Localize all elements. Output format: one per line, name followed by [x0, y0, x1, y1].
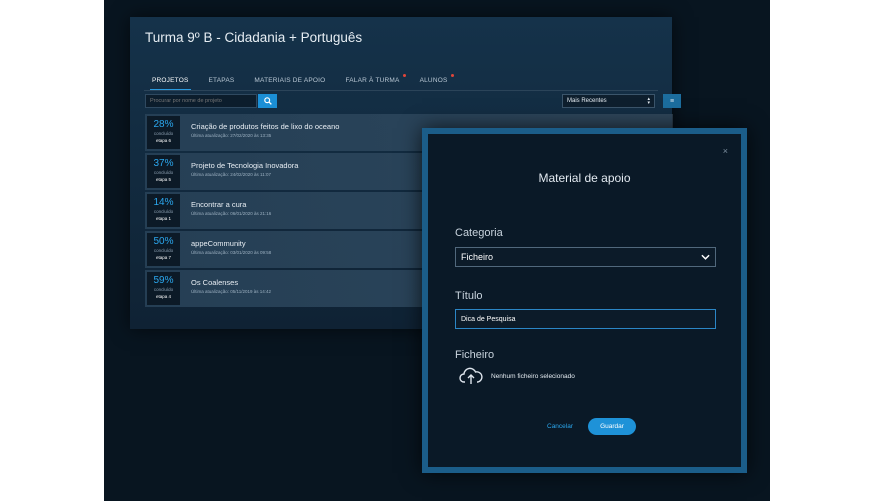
file-label: Ficheiro [455, 349, 495, 361]
progress-percent: 37% [153, 158, 174, 169]
progress-percent: 59% [153, 275, 174, 286]
tab-etapas[interactable]: ETAPAS [199, 77, 245, 90]
progress-status: concluído [153, 131, 174, 136]
close-icon[interactable]: × [723, 146, 728, 156]
tab-label: MATERIAIS DE APOIO [254, 77, 326, 84]
tabs-divider [144, 90, 658, 91]
search-input[interactable] [145, 94, 257, 108]
title-input[interactable]: Dica de Pesquisa [455, 309, 716, 329]
project-name: Encontrar a cura [191, 200, 247, 209]
tab-label: ALUNOS [419, 77, 448, 84]
sort-selected-value: Mais Recentes [567, 98, 607, 104]
project-last-update: Última atualização: 06/01/2020 às 21:16 [191, 211, 272, 216]
title-input-value: Dica de Pesquisa [461, 315, 516, 323]
modal-title: Material de apoio [538, 171, 631, 185]
search-icon [263, 97, 272, 105]
progress-percent: 14% [153, 197, 174, 208]
tab-label: FALAR À TURMA [345, 77, 400, 84]
project-stage: etapa 6 [155, 138, 171, 143]
cancel-button[interactable]: Cancelar [547, 423, 573, 430]
project-stage: etapa 7 [155, 255, 171, 260]
project-stage: etapa 4 [155, 294, 171, 299]
progress-box: 14% concluído etapa 1 [147, 194, 180, 227]
project-last-update: Última atualização: 27/02/2020 às 13:35 [191, 133, 272, 138]
tab-bar: PROJETOS ETAPAS MATERIAIS DE APOIO FALAR… [142, 74, 458, 90]
project-name: Os Coalenses [191, 278, 239, 287]
notification-dot [450, 74, 454, 77]
tab-falar-a-turma[interactable]: FALAR À TURMA [335, 74, 409, 90]
progress-box: 37% concluído etapa 5 [147, 155, 180, 188]
chevron-updown-icon: ▴ ▾ [647, 96, 650, 106]
project-last-update: Última atualização: 05/11/2019 às 14:42 [191, 289, 271, 294]
sort-select[interactable]: Mais Recentes ▴ ▾ [562, 94, 655, 108]
tab-label: ETAPAS [208, 77, 235, 84]
cloud-upload-icon [459, 367, 483, 384]
category-selected-value: Ficheiro [461, 252, 494, 262]
list-view-button[interactable]: ≡ [663, 94, 681, 108]
progress-status: concluído [153, 209, 174, 214]
project-name: Criação de produtos feitos de lixo do oc… [191, 122, 340, 131]
tab-label: PROJETOS [152, 77, 189, 84]
progress-status: concluído [153, 287, 174, 292]
support-material-modal: × Material de apoio Categoria Ficheiro T… [422, 128, 747, 473]
progress-box: 50% concluído etapa 7 [147, 233, 180, 266]
progress-percent: 28% [153, 119, 174, 130]
category-label: Categoria [455, 227, 503, 239]
progress-box: 28% concluído etapa 6 [147, 116, 180, 149]
tab-projetos[interactable]: PROJETOS [142, 77, 199, 90]
search-button[interactable] [258, 94, 277, 108]
save-button[interactable]: Guardar [588, 418, 636, 435]
notification-dot [402, 74, 406, 77]
progress-percent: 50% [153, 236, 174, 247]
project-stage: etapa 1 [155, 216, 171, 221]
title-label: Título [455, 290, 483, 302]
menu-icon: ≡ [669, 97, 675, 105]
file-status: Nenhum ficheiro selecionado [491, 372, 575, 380]
project-name: Projeto de Tecnologia Inovadora [191, 161, 299, 170]
tab-alunos[interactable]: ALUNOS [410, 74, 458, 90]
progress-status: concluído [153, 170, 174, 175]
page-title: Turma 9º B - Cidadania + Português [145, 30, 363, 45]
progress-status: concluído [153, 248, 174, 253]
category-select[interactable]: Ficheiro [455, 247, 716, 267]
project-last-update: Última atualização: 24/02/2020 às 11:07 [191, 172, 271, 177]
project-last-update: Última atualização: 03/01/2020 às 09:58 [191, 250, 272, 255]
project-name: appeCommunity [191, 239, 246, 248]
screen: Turma 9º B - Cidadania + Português PROJE… [104, 0, 770, 501]
project-stage: etapa 5 [155, 177, 171, 182]
file-upload[interactable]: Nenhum ficheiro selecionado [459, 367, 575, 385]
tab-materiais-de-apoio[interactable]: MATERIAIS DE APOIO [244, 77, 335, 90]
chevron-down-icon [701, 254, 710, 260]
progress-box: 59% concluído etapa 4 [147, 272, 180, 305]
